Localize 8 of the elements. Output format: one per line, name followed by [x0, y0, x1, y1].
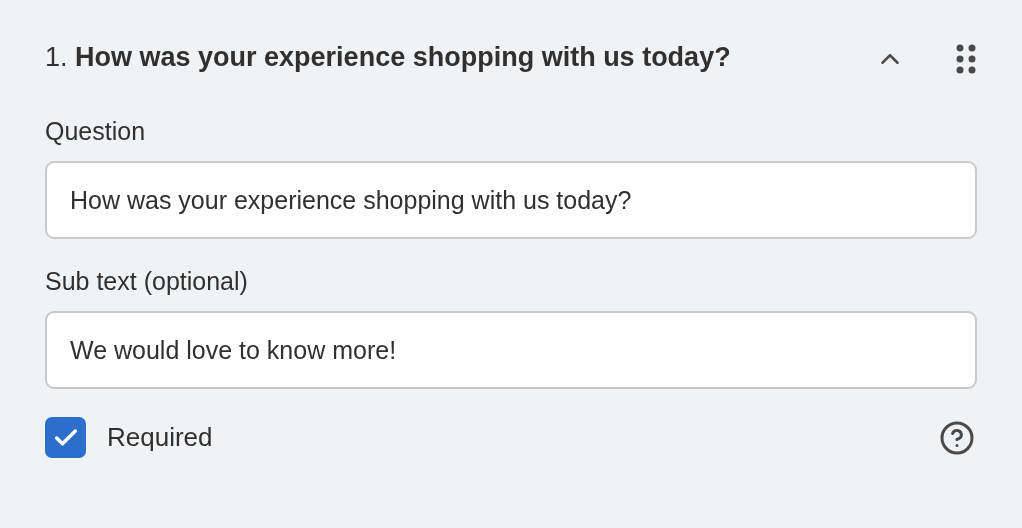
text-field[interactable]: We would love to know more!	[45, 311, 977, 389]
text-field[interactable]: How was your experience shopping with us today?	[45, 161, 977, 239]
help-icon[interactable]	[939, 419, 975, 456]
field-label: Sub text (optional)	[45, 266, 249, 297]
field-label: Question	[45, 116, 147, 147]
checkbox-label: Required	[107, 421, 214, 454]
question-title: 1. How was your experience shopping with us today?	[45, 41, 732, 74]
required-checkbox[interactable]	[45, 417, 86, 458]
